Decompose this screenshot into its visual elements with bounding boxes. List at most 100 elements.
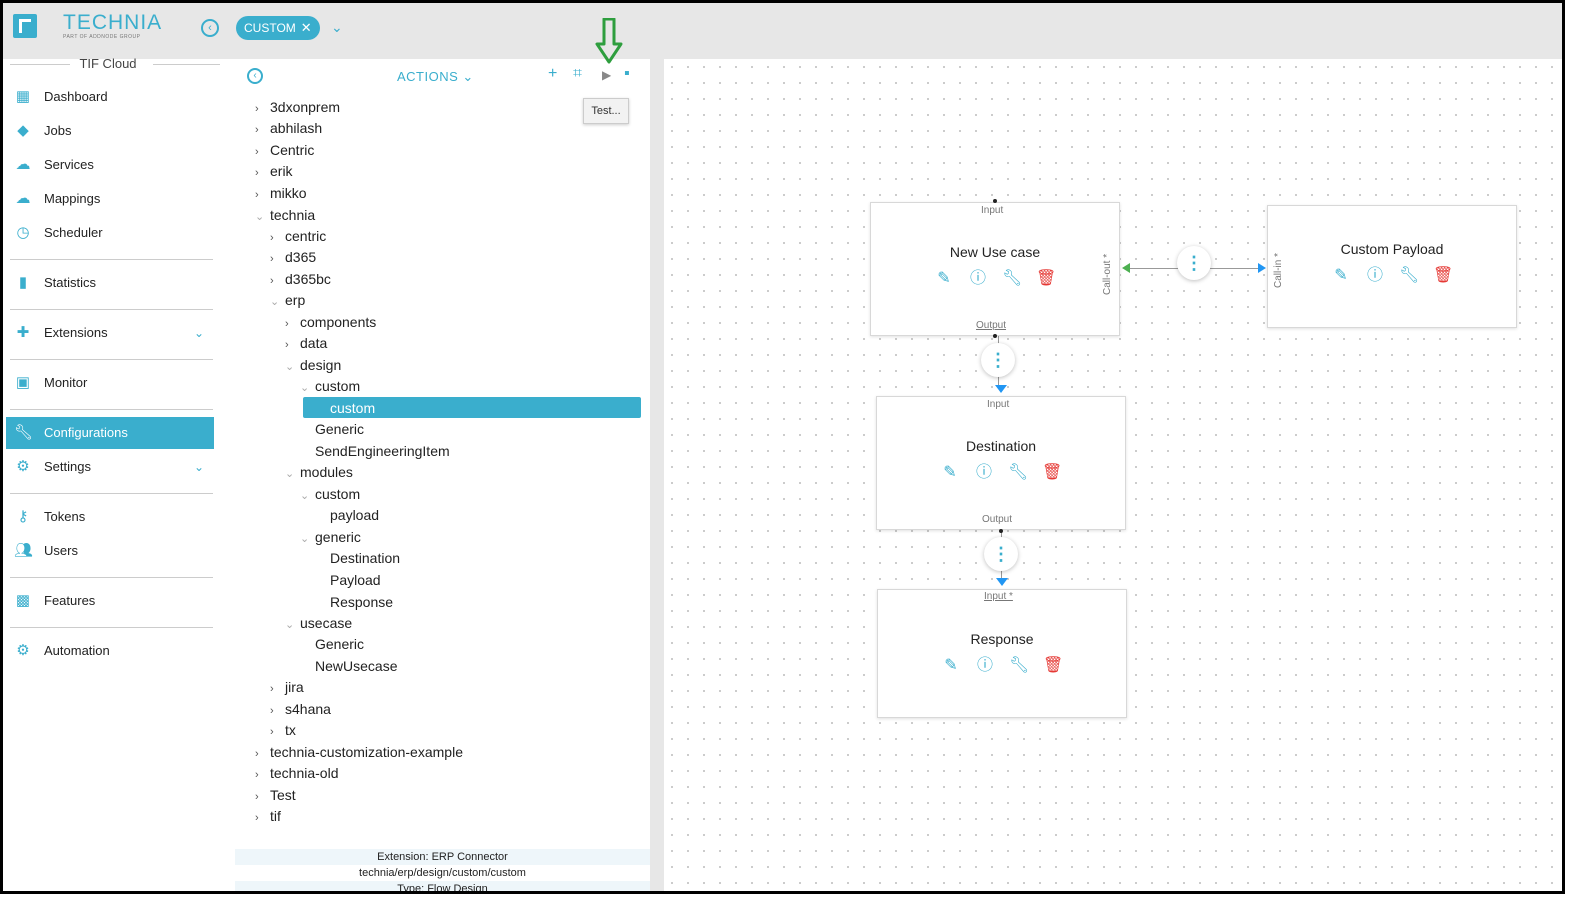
delete-icon[interactable]: 🗑︎ bbox=[1042, 463, 1062, 483]
chevron-down-icon[interactable]: ⌄ bbox=[331, 19, 343, 36]
wrench-icon[interactable]: 🔧︎ bbox=[1009, 656, 1029, 676]
edit-icon[interactable]: ✎ bbox=[934, 269, 954, 289]
tree-item[interactable]: payload bbox=[315, 505, 379, 525]
wrench-icon[interactable]: 🔧︎ bbox=[1002, 269, 1022, 289]
chevron-right-icon[interactable]: › bbox=[285, 335, 300, 355]
chevron-down-icon[interactable]: ⌄ bbox=[270, 292, 285, 312]
chevron-right-icon[interactable]: › bbox=[255, 142, 270, 162]
chevron-down-icon[interactable]: ⌄ bbox=[300, 486, 315, 506]
tree-item[interactable]: ⌄ technia bbox=[255, 205, 315, 225]
tree-item[interactable]: › tx bbox=[270, 720, 296, 740]
sidebar-item-statistics[interactable]: ▮ Statistics bbox=[6, 267, 214, 299]
tree-item[interactable]: ⌄ custom bbox=[300, 376, 360, 396]
flow-node-response[interactable]: Input * Response ✎ ⓘ 🔧︎ 🗑︎ bbox=[877, 589, 1127, 718]
tree-item[interactable]: › abhilash bbox=[255, 118, 322, 138]
delete-icon[interactable]: 🗑︎ bbox=[1036, 269, 1056, 289]
chevron-right-icon[interactable]: › bbox=[255, 808, 270, 828]
crop-icon[interactable]: ⌗ bbox=[573, 65, 582, 83]
chevron-down-icon[interactable]: ⌄ bbox=[194, 451, 204, 483]
panel-splitter[interactable] bbox=[650, 59, 664, 891]
sidebar-item-monitor[interactable]: ▣ Monitor bbox=[6, 367, 214, 399]
sidebar-item-automation[interactable]: ⚙ Automation bbox=[6, 635, 214, 667]
collapse-sidebar-icon[interactable]: ‹ bbox=[201, 19, 219, 37]
actions-menu[interactable]: ACTIONS ⌄ bbox=[397, 69, 474, 85]
tree-item[interactable]: › d365bc bbox=[270, 269, 331, 289]
connector-menu-button[interactable]: ⋮ bbox=[1177, 246, 1211, 280]
output-port[interactable] bbox=[993, 334, 997, 338]
chevron-right-icon[interactable]: › bbox=[270, 679, 285, 699]
tree-item[interactable]: Payload bbox=[315, 570, 381, 590]
chevron-down-icon[interactable]: ⌄ bbox=[300, 529, 315, 549]
tree-item[interactable]: › jira bbox=[270, 677, 304, 697]
chevron-right-icon[interactable]: › bbox=[255, 787, 270, 807]
wrench-icon[interactable]: 🔧︎ bbox=[1008, 463, 1028, 483]
edit-icon[interactable]: ✎ bbox=[1331, 266, 1351, 286]
chevron-down-icon[interactable]: ⌄ bbox=[285, 357, 300, 377]
chevron-right-icon[interactable]: › bbox=[270, 722, 285, 742]
sidebar-item-dashboard[interactable]: ▦ Dashboard bbox=[6, 81, 214, 113]
edit-icon[interactable]: ✎ bbox=[940, 463, 960, 483]
chevron-right-icon[interactable]: › bbox=[270, 271, 285, 291]
flow-node-custom-payload[interactable]: Custom Payload ✎ ⓘ 🔧︎ 🗑︎ Call-in * bbox=[1267, 205, 1517, 328]
tree-item[interactable]: ⌄ custom bbox=[300, 484, 360, 504]
tree-item[interactable]: ⌄ design bbox=[285, 355, 341, 375]
tree-item[interactable]: ⌄ erp bbox=[270, 290, 305, 310]
wrench-icon[interactable]: 🔧︎ bbox=[1399, 266, 1419, 286]
chevron-down-icon[interactable]: ⌄ bbox=[194, 317, 204, 349]
sidebar-item-users[interactable]: 👥︎ Users bbox=[6, 535, 214, 567]
delete-icon[interactable]: 🗑︎ bbox=[1433, 266, 1453, 286]
node-output-label[interactable]: Output bbox=[982, 514, 1012, 525]
tree-item[interactable]: › mikko bbox=[255, 183, 307, 203]
connector-menu-button[interactable]: ⋮ bbox=[981, 343, 1015, 377]
sidebar-item-settings[interactable]: ⚙ Settings ⌄ bbox=[6, 451, 214, 483]
sidebar-item-features[interactable]: ▩ Features bbox=[6, 585, 214, 617]
info-icon[interactable]: ⓘ bbox=[1365, 266, 1385, 286]
tree-item[interactable]: › 3dxonprem bbox=[255, 97, 340, 117]
flow-node-new-use-case[interactable]: Input New Use case ✎ ⓘ 🔧︎ 🗑︎ Output Call-ou… bbox=[870, 202, 1120, 336]
chevron-right-icon[interactable]: › bbox=[285, 314, 300, 334]
tree-item[interactable]: › Test bbox=[255, 785, 296, 805]
chevron-right-icon[interactable]: › bbox=[255, 185, 270, 205]
sidebar-item-configurations[interactable]: 🔧︎ Configurations bbox=[6, 417, 214, 449]
info-icon[interactable]: ⓘ bbox=[974, 463, 994, 483]
sidebar-item-mappings[interactable]: ☁ Mappings bbox=[6, 183, 214, 215]
sidebar-item-extensions[interactable]: ✚ Extensions ⌄ bbox=[6, 317, 214, 349]
add-icon[interactable]: + bbox=[548, 65, 557, 83]
tree-item[interactable]: › d365 bbox=[270, 247, 316, 267]
connector-menu-button[interactable]: ⋮ bbox=[984, 537, 1018, 571]
chevron-right-icon[interactable]: › bbox=[255, 120, 270, 140]
context-chip[interactable]: CUSTOM ✕ bbox=[236, 16, 320, 40]
chevron-right-icon[interactable]: › bbox=[270, 228, 285, 248]
collapse-panel-icon[interactable]: ‹ bbox=[247, 68, 263, 84]
flow-canvas[interactable]: Input New Use case ✎ ⓘ 🔧︎ 🗑︎ Output Call-ou… bbox=[664, 59, 1562, 891]
flow-node-destination[interactable]: Input Destination ✎ ⓘ 🔧︎ 🗑︎ Output bbox=[876, 396, 1126, 530]
chevron-down-icon[interactable]: ⌄ bbox=[300, 378, 315, 398]
sidebar-item-scheduler[interactable]: ◷ Scheduler bbox=[6, 217, 214, 249]
tree-item[interactable]: Generic bbox=[300, 419, 364, 439]
output-port[interactable] bbox=[999, 529, 1003, 533]
tree-item[interactable]: › data bbox=[285, 333, 327, 353]
chevron-right-icon[interactable]: › bbox=[270, 249, 285, 269]
tree-item[interactable]: SendEngineeringItem bbox=[300, 441, 450, 461]
tree-item[interactable]: › Centric bbox=[255, 140, 314, 160]
chevron-right-icon[interactable]: › bbox=[270, 701, 285, 721]
tree-item[interactable]: ⌄ modules bbox=[285, 462, 353, 482]
delete-icon[interactable]: 🗑︎ bbox=[1043, 656, 1063, 676]
tree-item[interactable]: NewUsecase bbox=[300, 656, 397, 676]
app-logo-icon[interactable] bbox=[13, 14, 37, 38]
sidebar-item-jobs[interactable]: ◆ Jobs bbox=[6, 115, 214, 147]
tree-item[interactable]: › components bbox=[285, 312, 376, 332]
edit-icon[interactable]: ✎ bbox=[941, 656, 961, 676]
tree-item[interactable]: Response bbox=[315, 592, 393, 612]
tree-item[interactable]: › tif bbox=[255, 806, 281, 826]
info-icon[interactable]: ⓘ bbox=[968, 269, 988, 289]
chevron-down-icon[interactable]: ⌄ bbox=[255, 207, 270, 227]
chevron-right-icon[interactable]: › bbox=[255, 765, 270, 785]
chevron-down-icon[interactable]: ⌄ bbox=[285, 615, 300, 635]
sidebar-item-services[interactable]: ☁ Services bbox=[6, 149, 214, 181]
tree-item[interactable]: › technia-old bbox=[255, 763, 339, 783]
input-port[interactable] bbox=[993, 199, 997, 203]
sidebar-item-tokens[interactable]: ⚷ Tokens bbox=[6, 501, 214, 533]
tree-item[interactable]: › technia-customization-example bbox=[255, 742, 463, 762]
chevron-right-icon[interactable]: › bbox=[255, 99, 270, 119]
